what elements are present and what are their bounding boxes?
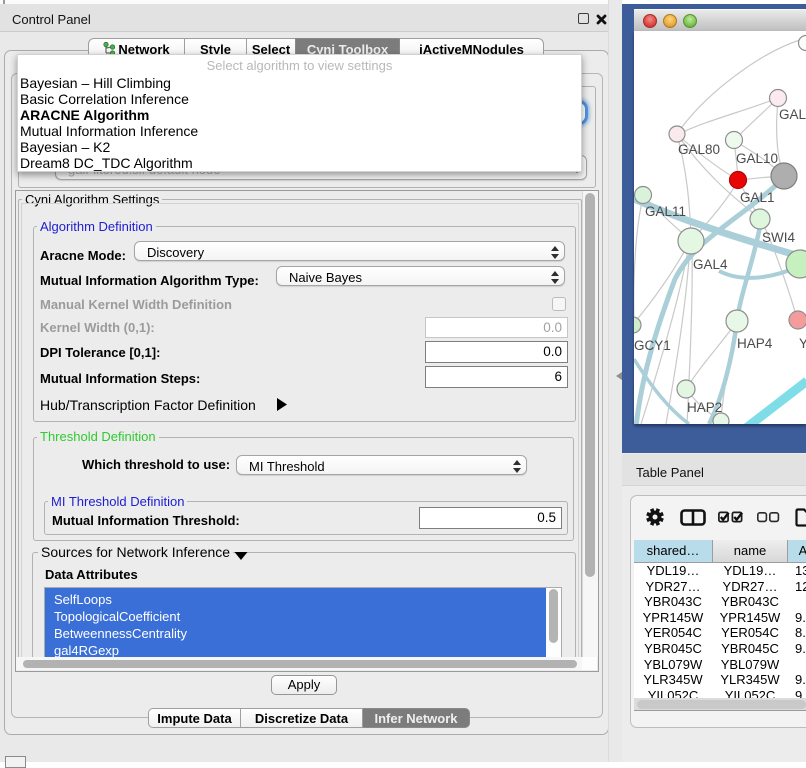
svg-text:Y: Y bbox=[799, 336, 806, 351]
svg-text:HAP4: HAP4 bbox=[737, 336, 773, 351]
svg-text:SWI4: SWI4 bbox=[762, 230, 795, 245]
svg-text:HAP2: HAP2 bbox=[687, 400, 722, 415]
svg-text:GAL10: GAL10 bbox=[736, 151, 778, 166]
svg-text:GAL4: GAL4 bbox=[693, 257, 728, 272]
svg-text:GCY1: GCY1 bbox=[634, 338, 671, 353]
svg-text:GAL1: GAL1 bbox=[740, 190, 775, 205]
svg-text:GAL7: GAL7 bbox=[779, 107, 806, 122]
svg-text:GAL80: GAL80 bbox=[678, 142, 720, 157]
svg-text:GAL11: GAL11 bbox=[645, 204, 686, 219]
